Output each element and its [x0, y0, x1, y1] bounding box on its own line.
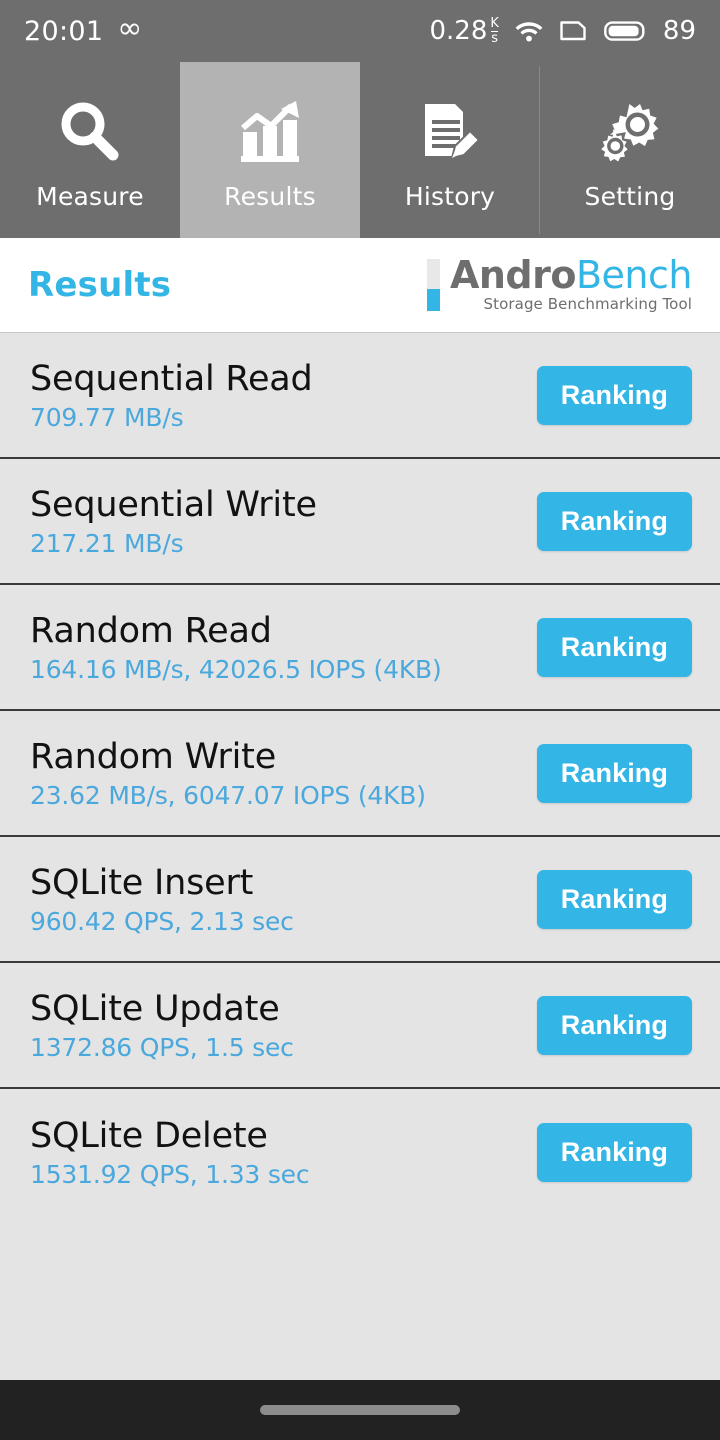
table-row: Sequential Write 217.21 MB/s Ranking: [0, 459, 720, 585]
battery-percentage: 89: [662, 16, 696, 46]
main-tab-bar: Measure Results History Setting: [0, 62, 720, 238]
status-bar-left: 20:01 ∞: [24, 11, 143, 47]
table-row: SQLite Delete 1531.92 QPS, 1.33 sec Rank…: [0, 1089, 720, 1215]
network-speed-unit-denominator: s: [491, 30, 499, 46]
result-value: 1531.92 QPS, 1.33 sec: [30, 1159, 310, 1189]
table-row: Random Write 23.62 MB/s, 6047.07 IOPS (4…: [0, 711, 720, 837]
infinity-icon: ∞: [117, 11, 143, 46]
results-list: Sequential Read 709.77 MB/s Ranking Sequ…: [0, 333, 720, 1215]
table-row: SQLite Update 1372.86 QPS, 1.5 sec Ranki…: [0, 963, 720, 1089]
result-title: Random Read: [30, 610, 272, 651]
result-title: SQLite Update: [30, 988, 280, 1029]
status-bar-right: 0.28 K s 89: [429, 16, 696, 46]
system-navigation-bar: [0, 1380, 720, 1440]
logo-bar-icon: [426, 258, 440, 311]
result-info: SQLite Delete 1531.92 QPS, 1.33 sec: [30, 1115, 310, 1189]
tab-measure[interactable]: Measure: [0, 62, 180, 238]
ranking-button[interactable]: Ranking: [536, 995, 692, 1055]
tab-history-label: History: [404, 181, 496, 211]
ranking-button[interactable]: Ranking: [536, 743, 692, 803]
result-info: Sequential Write 217.21 MB/s: [30, 485, 317, 558]
phone-screen: 20:01 ∞ 0.28 K s 89 Measure Results Hist…: [0, 0, 720, 1440]
network-speed-unit-numerator: K: [490, 16, 499, 31]
logo-tagline: Storage Benchmarking Tool: [483, 295, 692, 314]
ranking-button[interactable]: Ranking: [536, 491, 692, 551]
result-title: Random Write: [30, 736, 277, 777]
tab-setting-label: Setting: [584, 181, 676, 211]
table-row: Random Read 164.16 MB/s, 42026.5 IOPS (4…: [0, 585, 720, 711]
network-speed-unit: K s: [490, 17, 499, 45]
result-value: 217.21 MB/s: [30, 528, 184, 558]
network-speed-value: 0.28: [429, 16, 488, 46]
logo-name-andro: Andro: [449, 252, 577, 297]
tab-measure-label: Measure: [36, 181, 144, 211]
result-value: 960.42 QPS, 2.13 sec: [30, 906, 294, 936]
gears-icon: [593, 90, 667, 176]
ranking-button[interactable]: Ranking: [536, 869, 692, 929]
result-title: Sequential Write: [30, 484, 317, 525]
table-row: Sequential Read 709.77 MB/s Ranking: [0, 333, 720, 459]
network-speed-indicator: 0.28 K s: [429, 16, 498, 46]
home-indicator[interactable]: [260, 1405, 460, 1415]
result-value: 709.77 MB/s: [30, 402, 184, 432]
status-bar: 20:01 ∞ 0.28 K s 89: [0, 0, 720, 62]
sim-card-icon: [559, 19, 589, 43]
table-row: SQLite Insert 960.42 QPS, 2.13 sec Ranki…: [0, 837, 720, 963]
result-title: SQLite Insert: [30, 862, 254, 903]
app-header: Results AndroBench Storage Benchmarking …: [0, 238, 720, 333]
result-value: 164.16 MB/s, 42026.5 IOPS (4KB): [30, 654, 442, 684]
tab-results[interactable]: Results: [180, 62, 360, 238]
battery-icon: [604, 19, 646, 43]
result-info: Sequential Read 709.77 MB/s: [30, 359, 313, 432]
androbench-logo: AndroBench Storage Benchmarking Tool: [426, 256, 693, 314]
page-title: Results: [28, 265, 172, 305]
result-value: 23.62 MB/s, 6047.07 IOPS (4KB): [30, 780, 426, 810]
result-info: SQLite Update 1372.86 QPS, 1.5 sec: [30, 989, 294, 1062]
result-info: Random Write 23.62 MB/s, 6047.07 IOPS (4…: [30, 737, 426, 810]
wifi-icon: [514, 19, 544, 43]
ranking-button[interactable]: Ranking: [536, 617, 692, 677]
magnifier-icon: [53, 90, 127, 176]
tab-history[interactable]: History: [360, 62, 540, 238]
bar-chart-icon: [233, 90, 307, 176]
document-pencil-icon: [413, 90, 487, 176]
logo-name-bench: Bench: [575, 252, 693, 297]
ranking-button[interactable]: Ranking: [536, 365, 692, 425]
result-title: Sequential Read: [30, 358, 313, 399]
result-info: Random Read 164.16 MB/s, 42026.5 IOPS (4…: [30, 611, 442, 684]
result-title: SQLite Delete: [30, 1115, 268, 1156]
tab-results-label: Results: [224, 181, 316, 211]
logo-text: AndroBench Storage Benchmarking Tool: [450, 256, 693, 314]
ranking-button[interactable]: Ranking: [536, 1122, 692, 1182]
result-value: 1372.86 QPS, 1.5 sec: [30, 1032, 294, 1062]
status-clock: 20:01: [24, 15, 104, 47]
result-info: SQLite Insert 960.42 QPS, 2.13 sec: [30, 863, 294, 936]
tab-setting[interactable]: Setting: [540, 62, 720, 238]
